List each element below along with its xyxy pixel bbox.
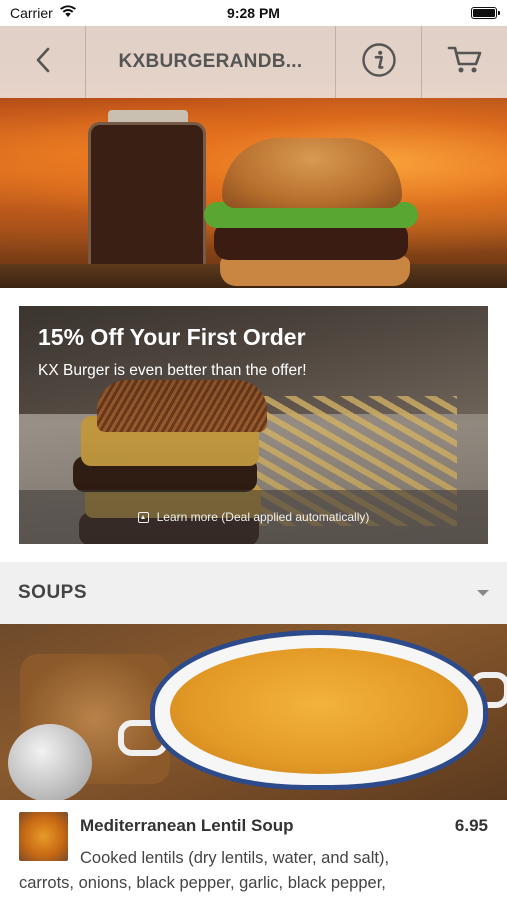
caret-down-icon xyxy=(477,590,489,596)
category-header-soups[interactable]: SOUPS xyxy=(0,562,507,624)
battery-icon xyxy=(471,7,500,19)
store-title: KXBURGERANDB... xyxy=(86,26,336,98)
cart-icon xyxy=(447,44,483,81)
menu-item-description-line: carrots, onions, black pepper, garlic, b… xyxy=(19,874,386,892)
status-left: Carrier xyxy=(10,5,77,21)
promo-subtitle: KX Burger is even better than the offer! xyxy=(38,362,307,379)
learn-more-label: Learn more (Deal applied automatically) xyxy=(156,510,370,524)
menu-item[interactable]: Mediterranean Lentil Soup 6.95 Cooked le… xyxy=(0,800,507,900)
menu-item-description: Cooked lentils (dry lentils, water, and … xyxy=(19,846,419,896)
menu-item-name: Mediterranean Lentil Soup xyxy=(80,816,294,835)
info-button[interactable] xyxy=(336,26,422,98)
status-bar: Carrier 9:28 PM xyxy=(0,0,507,26)
expand-icon xyxy=(137,511,149,523)
carrier-label: Carrier xyxy=(10,5,53,21)
menu-item-description-line: Cooked lentils (dry lentils, water, and … xyxy=(80,849,390,867)
back-button[interactable] xyxy=(0,26,86,98)
nav-bar: KXBURGERANDB... xyxy=(0,26,507,98)
category-image xyxy=(0,624,507,800)
wifi-icon xyxy=(59,5,77,21)
menu-item-price: 6.95 xyxy=(454,816,488,835)
info-icon xyxy=(361,42,397,83)
chevron-left-icon xyxy=(35,47,51,78)
learn-more-link[interactable]: Learn more (Deal applied automatically) xyxy=(19,490,488,544)
promo-title: 15% Off Your First Order xyxy=(38,324,306,350)
cart-button[interactable] xyxy=(422,26,507,98)
category-title: SOUPS xyxy=(18,582,88,603)
promo-banner[interactable]: 15% Off Your First Order KX Burger is ev… xyxy=(19,306,488,544)
